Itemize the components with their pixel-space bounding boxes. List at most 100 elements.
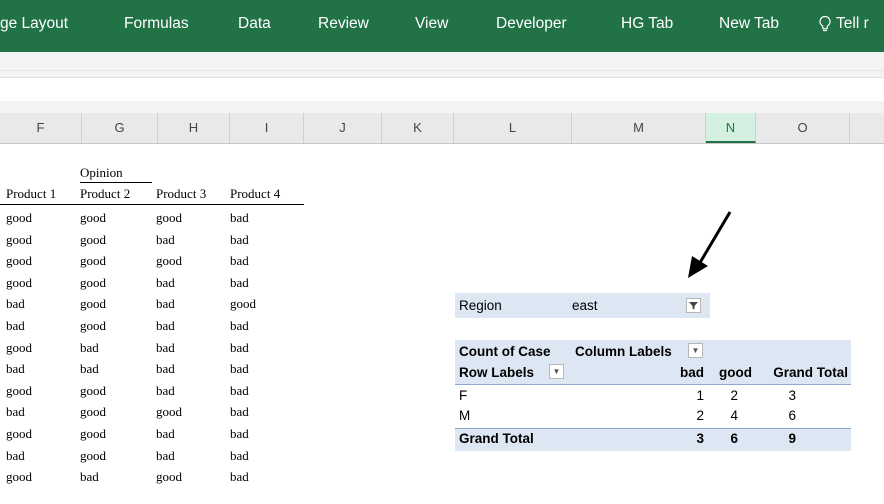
filter-icon [689, 302, 698, 310]
tab-page-layout[interactable]: ge Layout [0, 15, 68, 33]
tab-formulas[interactable]: Formulas [124, 15, 189, 33]
col-total-header: Grand Total [773, 365, 848, 380]
col-header-f[interactable]: F [0, 113, 82, 143]
table-cell[interactable]: bad [6, 318, 25, 334]
filter-dropdown-button[interactable] [686, 298, 701, 313]
table-cell[interactable]: bad [80, 361, 99, 377]
arrow-annotation [688, 211, 732, 278]
table-cell[interactable]: bad [80, 469, 99, 485]
table-cell[interactable]: bad [230, 232, 249, 248]
grand-total-all: 9 [788, 431, 796, 446]
table-cell[interactable]: bad [156, 340, 175, 356]
header-product-4: Product 4 [230, 186, 281, 201]
table-cell[interactable]: bad [230, 318, 249, 334]
tab-data[interactable]: Data [238, 15, 271, 33]
col-header-n[interactable]: N [706, 113, 756, 143]
table-cell[interactable]: good [80, 275, 106, 291]
column-labels-dropdown[interactable]: ▼ [688, 343, 703, 358]
table-cell[interactable]: bad [156, 318, 175, 334]
table-cell[interactable]: good [80, 426, 106, 442]
table-cell[interactable]: good [156, 404, 182, 420]
table-cell[interactable]: good [80, 210, 106, 226]
pivot-row-label: F [459, 388, 468, 403]
tab-new[interactable]: New Tab [719, 15, 779, 33]
tab-view[interactable]: View [415, 15, 448, 33]
table-cell[interactable]: bad [230, 210, 249, 226]
table-cell[interactable]: bad [6, 296, 25, 312]
table-cell[interactable]: good [6, 275, 32, 291]
col-good-header: good [719, 365, 752, 380]
table-cell[interactable]: good [80, 404, 106, 420]
table-cell[interactable]: good [6, 340, 32, 356]
table-cell[interactable]: bad [6, 404, 25, 420]
table-cell[interactable]: good [80, 318, 106, 334]
table-cell[interactable]: good [156, 210, 182, 226]
table-cell[interactable]: bad [156, 426, 175, 442]
column-headers: F G H I J K L M N O [0, 113, 884, 144]
table-cell[interactable]: bad [156, 296, 175, 312]
formula-bar[interactable] [0, 77, 884, 102]
table-cell[interactable]: good [6, 426, 32, 442]
ribbon-body [0, 52, 884, 71]
col-header-h[interactable]: H [158, 113, 230, 143]
table-cell[interactable]: bad [156, 448, 175, 464]
col-header-i[interactable]: I [230, 113, 304, 143]
tell-me-box[interactable]: Tell r [818, 15, 869, 33]
table-cell[interactable]: bad [6, 448, 25, 464]
table-cell[interactable]: bad [6, 361, 25, 377]
table-cell[interactable]: bad [230, 275, 249, 291]
table-cell[interactable]: good [80, 383, 106, 399]
table-cell[interactable]: bad [230, 426, 249, 442]
table-cell[interactable]: good [6, 253, 32, 269]
tab-hg[interactable]: HG Tab [621, 15, 673, 33]
pivot-cell: 6 [788, 408, 796, 423]
table-cell[interactable]: good [80, 232, 106, 248]
row-labels-dropdown[interactable]: ▼ [549, 364, 564, 379]
pivot-cell: 2 [696, 408, 704, 423]
grand-total-good: 6 [730, 431, 738, 446]
table-cell[interactable]: good [80, 296, 106, 312]
table-cell[interactable]: good [6, 383, 32, 399]
col-header-l[interactable]: L [454, 113, 572, 143]
col-header-k[interactable]: K [382, 113, 454, 143]
col-header-j[interactable]: J [304, 113, 382, 143]
table-cell[interactable]: bad [156, 383, 175, 399]
table-cell[interactable]: good [6, 232, 32, 248]
filter-label: Region [459, 298, 502, 313]
tell-me-label: Tell r [836, 15, 869, 32]
table-cell[interactable]: bad [230, 361, 249, 377]
opinion-underline [80, 182, 152, 183]
table-cell[interactable]: good [6, 210, 32, 226]
table-cell[interactable]: bad [230, 340, 249, 356]
tab-developer[interactable]: Developer [496, 15, 567, 33]
table-cell[interactable]: bad [230, 448, 249, 464]
table-cell[interactable]: bad [156, 361, 175, 377]
table-cell[interactable]: bad [230, 383, 249, 399]
filter-value: east [572, 298, 598, 313]
table-cell[interactable]: bad [80, 340, 99, 356]
table-cell[interactable]: bad [230, 404, 249, 420]
table-cell[interactable]: good [156, 469, 182, 485]
grand-total-label: Grand Total [459, 431, 534, 446]
table-cell[interactable]: bad [156, 275, 175, 291]
table-cell[interactable]: bad [230, 469, 249, 485]
header-product-3: Product 3 [156, 186, 207, 201]
header-product-1: Product 1 [6, 186, 57, 201]
col-header-o[interactable]: O [756, 113, 850, 143]
pivot-row-label: M [459, 408, 471, 423]
col-header-m[interactable]: M [572, 113, 706, 143]
table-cell[interactable]: good [230, 296, 256, 312]
table-cell[interactable]: bad [156, 232, 175, 248]
grand-total-bad: 3 [696, 431, 704, 446]
table-cell[interactable]: good [80, 253, 106, 269]
col-bad-header: bad [679, 365, 704, 380]
table-cell[interactable]: good [156, 253, 182, 269]
column-labels-header: Column Labels [575, 344, 672, 359]
tab-review[interactable]: Review [318, 15, 369, 33]
table-cell[interactable]: bad [230, 253, 249, 269]
col-header-g[interactable]: G [82, 113, 158, 143]
count-of-case-label: Count of Case [459, 344, 551, 359]
opinion-header: Opinion [80, 165, 123, 180]
table-cell[interactable]: good [80, 448, 106, 464]
table-cell[interactable]: good [6, 469, 32, 485]
